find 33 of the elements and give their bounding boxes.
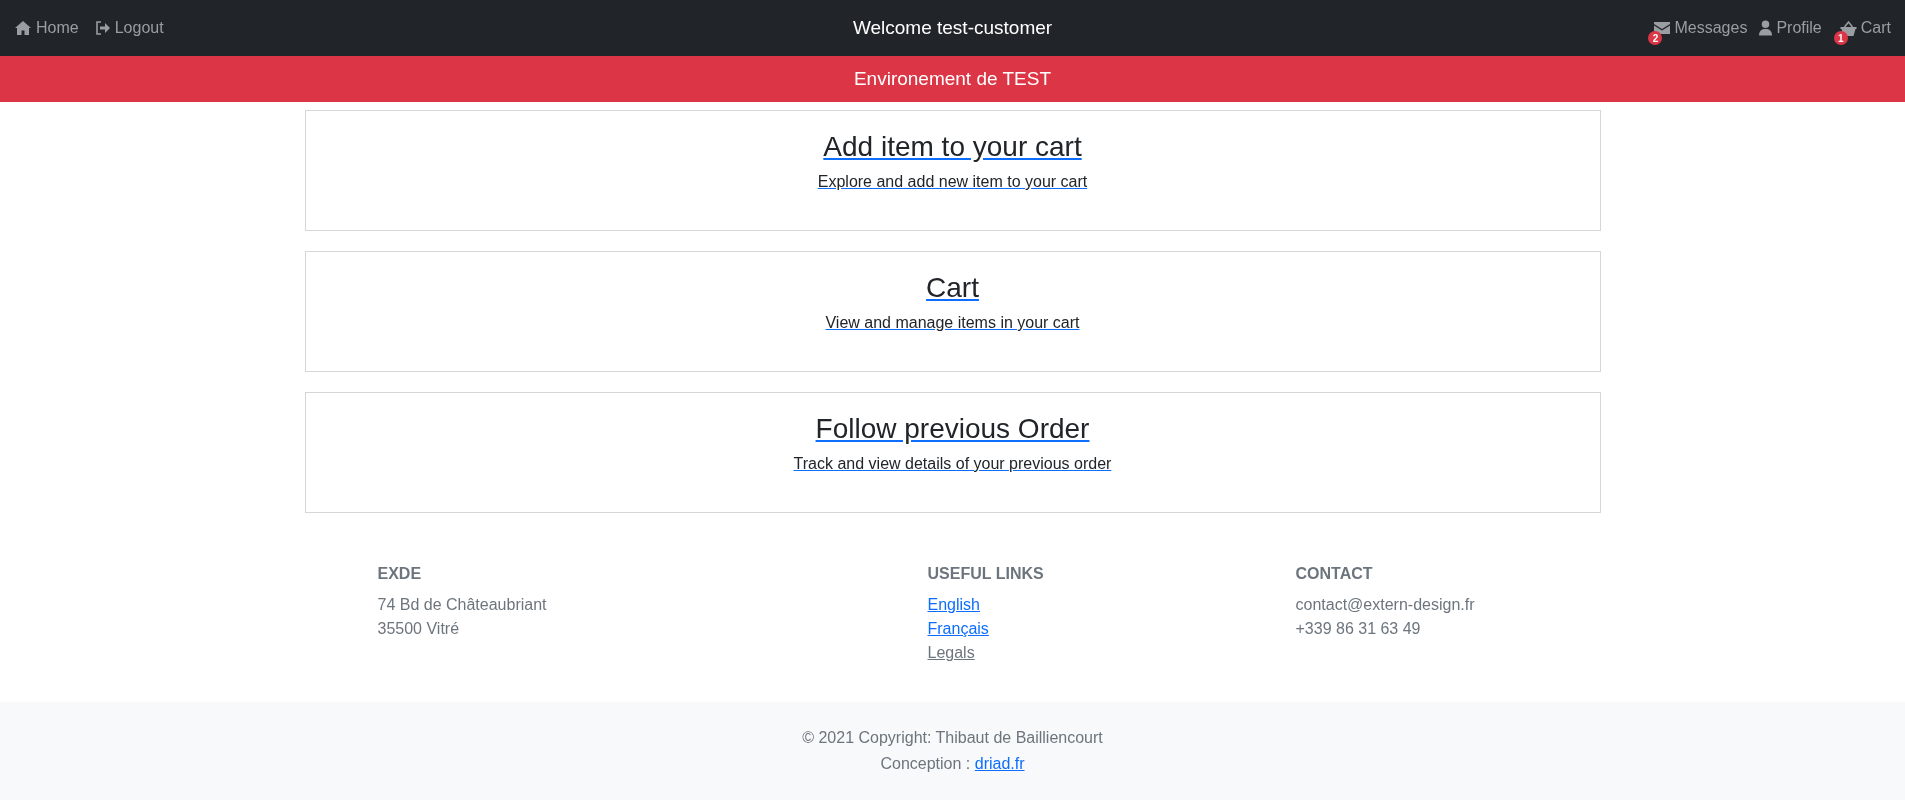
- nav-link[interactable]: Home: [14, 19, 79, 37]
- card-title-link[interactable]: Follow previous Order: [815, 413, 1090, 445]
- envelope-icon: [1654, 22, 1671, 34]
- card-title-link[interactable]: Add item to your cart: [823, 131, 1082, 163]
- footer-link[interactable]: Français: [927, 620, 989, 637]
- footer-text: 35500 Vitré: [377, 619, 461, 639]
- nav-link[interactable]: Profile: [1759, 19, 1822, 37]
- user-icon: [1759, 20, 1773, 36]
- footer-heading: EXDE: [377, 565, 423, 583]
- logout-icon: [94, 20, 111, 36]
- footer-text: 74 Bd de Châteaubriant: [377, 595, 548, 615]
- environment-banner: Environement de TEST: [0, 56, 1905, 102]
- nav-link[interactable]: 1 Cart: [1833, 19, 1891, 45]
- count-badge: 1: [1833, 31, 1848, 45]
- footer-heading: CONTACT: [1295, 565, 1374, 583]
- footer-link[interactable]: Legals: [927, 644, 975, 661]
- home-icon: [14, 20, 32, 36]
- card-title-link[interactable]: Cart: [926, 272, 979, 304]
- card-subtitle-link[interactable]: Track and view details of your previous order: [793, 455, 1112, 473]
- footer-text: +339 86 31 63 49: [1295, 619, 1422, 639]
- footer-link[interactable]: English: [927, 596, 980, 613]
- designer-link[interactable]: driad.fr: [974, 755, 1025, 772]
- card-subtitle-link[interactable]: View and manage items in your cart: [825, 314, 1080, 332]
- card-subtitle-link[interactable]: Explore and add new item to your cart: [817, 173, 1088, 191]
- copyright-text: © 2021 Copyright: Thibaut de Bailliencourt: [802, 728, 1103, 748]
- count-badge: 2: [1648, 31, 1663, 45]
- nav-link[interactable]: Logout: [94, 19, 164, 37]
- basket-icon: [1839, 20, 1857, 36]
- nav-link[interactable]: 2 Messages: [1648, 19, 1748, 45]
- footer-heading: USEFUL LINKS: [927, 565, 1045, 583]
- footer-text: contact@extern-design.fr: [1295, 595, 1475, 615]
- welcome-title: Welcome test-customer: [852, 17, 1053, 39]
- conception-label: Conception :: [880, 755, 971, 772]
